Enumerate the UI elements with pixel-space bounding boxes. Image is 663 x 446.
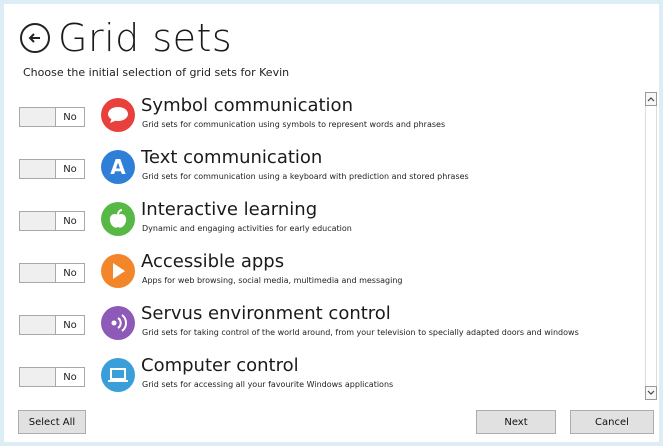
page-subtitle: Choose the initial selection of grid set… — [23, 66, 290, 79]
speech-bubble-icon — [101, 98, 135, 132]
list-item: No Symbol communication Grid sets for co… — [19, 95, 644, 140]
scroll-down-button[interactable] — [645, 386, 657, 400]
list-item: No Computer control Grid sets for access… — [19, 355, 644, 400]
item-description: Grid sets for taking control of the worl… — [142, 328, 579, 337]
toggle-state: No — [55, 108, 84, 126]
back-button[interactable] — [20, 23, 50, 53]
item-description: Dynamic and engaging activities for earl… — [142, 224, 352, 233]
item-title: Text communication — [141, 147, 323, 168]
scroll-up-button[interactable] — [645, 92, 657, 106]
item-description: Grid sets for communication using a keyb… — [142, 172, 469, 181]
cancel-button[interactable]: Cancel — [570, 410, 654, 434]
scrollbar[interactable] — [645, 92, 657, 400]
chevron-up-icon — [647, 97, 655, 102]
letter-a-icon: A — [101, 150, 135, 184]
toggle-state: No — [55, 368, 84, 386]
item-title: Interactive learning — [141, 199, 318, 220]
toggle-switch[interactable]: No — [19, 159, 85, 179]
grid-set-list: No Symbol communication Grid sets for co… — [4, 95, 644, 396]
toggle-state: No — [55, 264, 84, 282]
list-item: No Accessible apps Apps for web browsing… — [19, 251, 644, 296]
item-description: Apps for web browsing, social media, mul… — [142, 276, 403, 285]
toggle-switch[interactable]: No — [19, 211, 85, 231]
scroll-track[interactable] — [645, 106, 657, 386]
list-item: No Interactive learning Dynamic and enga… — [19, 199, 644, 244]
header: Grid sets — [20, 14, 232, 62]
chevron-down-icon — [647, 390, 655, 395]
toggle-switch[interactable]: No — [19, 107, 85, 127]
item-description: Grid sets for communication using symbol… — [142, 120, 446, 129]
laptop-icon — [101, 358, 135, 392]
toggle-state: No — [55, 212, 84, 230]
grid-sets-window: Grid sets Choose the initial selection o… — [4, 4, 659, 442]
toggle-switch[interactable]: No — [19, 315, 85, 335]
item-title: Symbol communication — [141, 95, 353, 116]
toggle-state: No — [55, 316, 84, 334]
toggle-switch[interactable]: No — [19, 367, 85, 387]
page-title: Grid sets — [58, 16, 233, 60]
item-title: Servus environment control — [141, 303, 391, 324]
list-item: No A Text communication Grid sets for co… — [19, 147, 644, 192]
item-title: Accessible apps — [141, 251, 285, 272]
play-icon — [101, 254, 135, 288]
apple-icon — [101, 202, 135, 236]
select-all-button[interactable]: Select All — [18, 410, 86, 434]
item-title: Computer control — [141, 355, 299, 376]
item-description: Grid sets for accessing all your favouri… — [142, 380, 394, 389]
list-item: No Servus environment control Grid sets … — [19, 303, 644, 348]
back-arrow-icon — [28, 33, 40, 43]
next-button[interactable]: Next — [476, 410, 556, 434]
toggle-switch[interactable]: No — [19, 263, 85, 283]
signal-icon — [101, 306, 135, 340]
toggle-state: No — [55, 160, 84, 178]
